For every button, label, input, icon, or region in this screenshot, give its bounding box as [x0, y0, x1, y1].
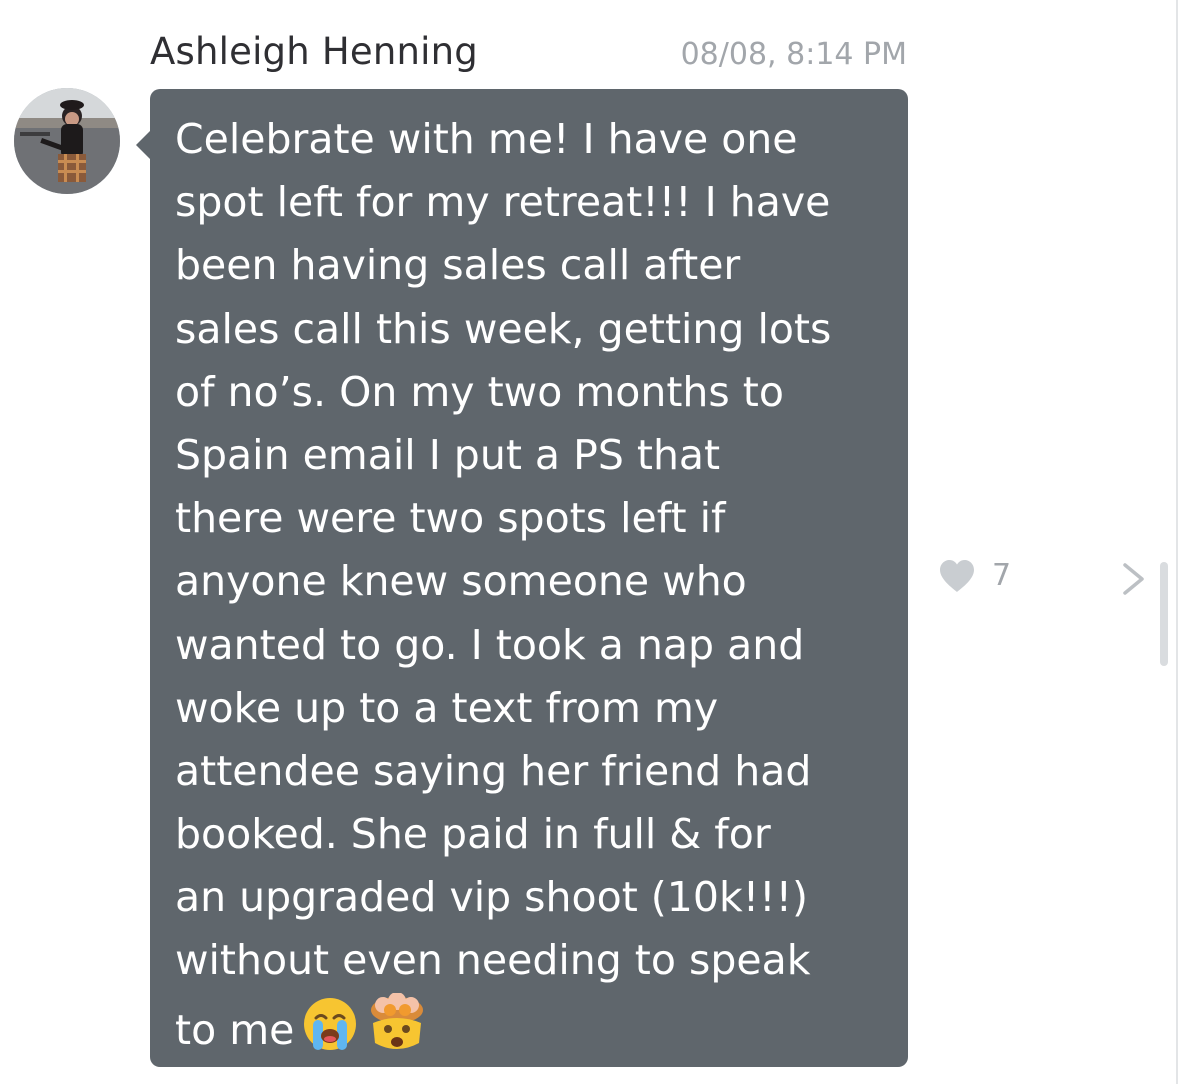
heart-icon[interactable]: [938, 559, 976, 593]
message-line: booked. She paid in full & for: [175, 810, 771, 859]
message-line: anyone knew someone who: [175, 557, 747, 606]
message-line: Celebrate with me! I have one: [175, 115, 798, 163]
message-line: without even needing to speak: [175, 936, 811, 985]
message-line: there were two spots left if: [175, 494, 726, 543]
sender-name[interactable]: Ashleigh Henning: [150, 30, 478, 73]
message-line: wanted to go. I took a nap and: [175, 620, 805, 669]
like-count: 7: [992, 558, 1012, 593]
message-line: Spain email I put a PS that: [175, 430, 721, 479]
loudly-crying-face-emoji: [302, 996, 358, 1070]
message-line: been having sales call after: [175, 241, 741, 290]
message-timestamp: 08/08, 8:14 PM: [680, 37, 907, 72]
avatar[interactable]: [14, 88, 120, 194]
message-line: woke up to a text from my: [175, 683, 719, 732]
message-line: attendee saying her friend had: [175, 746, 812, 795]
chevron-right-icon[interactable]: [1120, 562, 1148, 596]
message-last-line: to me: [175, 991, 890, 1056]
message-line-text: to me: [175, 1005, 295, 1054]
message-line: spot left for my retreat!!! I have: [175, 178, 831, 227]
bubble-tail: [136, 131, 150, 159]
message-line: sales call this week, getting lots: [175, 304, 832, 353]
scrollbar[interactable]: [1160, 562, 1168, 666]
like-group[interactable]: 7: [938, 558, 1011, 593]
exploding-head-emoji: [366, 991, 428, 1073]
message-bubble[interactable]: Celebrate with me! I have one spot left …: [136, 89, 908, 1067]
right-divider: [1176, 0, 1178, 1084]
message-line: of no’s. On my two months to: [175, 367, 784, 416]
message-text: Celebrate with me! I have one spot left …: [175, 108, 890, 1056]
message-line: an upgraded vip shoot (10k!!!): [175, 873, 809, 922]
